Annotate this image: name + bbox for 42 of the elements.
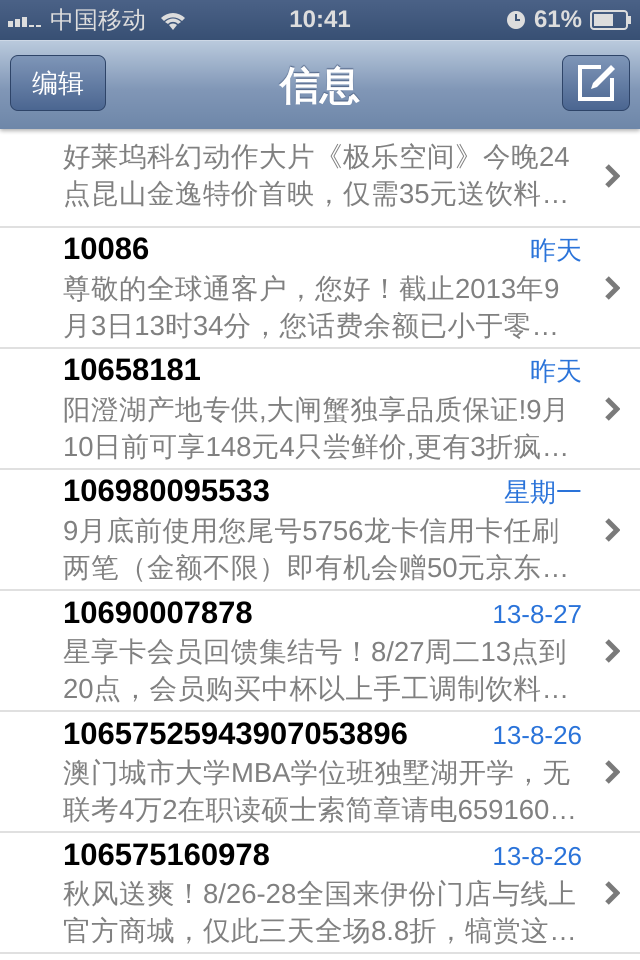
message-row[interactable]: 好莱坞科幻动作大片《极乐空间》今晚24 点昆山金逸特价首映，仅需35元送饮料…	[0, 129, 640, 228]
clock-time: 10:41	[288, 6, 352, 34]
message-date: 13-8-26	[492, 840, 582, 872]
sender-number: 106575160978	[63, 836, 270, 872]
message-preview: 尊敬的全球通客户，您好！截止2013年9 月3日13时34分，您话费余额已小于零…	[63, 272, 560, 343]
chevron-icon	[604, 638, 620, 664]
message-row[interactable]: 10086 昨天 尊敬的全球通客户，您好！截止2013年9 月3日13时34分，您话费余额已小于零…	[0, 228, 640, 349]
edit-button[interactable]: 编辑	[10, 55, 106, 111]
sender-number: 10690007878	[63, 594, 253, 630]
message-preview: 澳门城市大学MBA学位班独墅湖开学，无 联考4万2在职读硕士索简章请电659160…	[63, 756, 578, 826]
battery-percent: 61%	[534, 6, 582, 34]
message-date: 昨天	[530, 234, 582, 267]
message-preview: 9月底前使用您尾号5756龙卡信用卡任刷 两笔（金额不限）即有机会赠50元京东…	[63, 514, 570, 585]
carrier-name: 中国移动	[50, 6, 146, 36]
message-preview: 阳澄湖产地专供,大闸蟹独享品质保证!9月 10日前可享148元4只尝鲜价,更有3折疯…	[63, 393, 571, 464]
message-date: 昨天	[530, 355, 582, 388]
chevron-icon	[604, 516, 620, 542]
chevron-icon	[604, 396, 620, 422]
chevron-icon	[604, 162, 620, 188]
chevron-icon	[604, 274, 620, 300]
message-date: 星期一	[504, 476, 582, 509]
battery-icon	[590, 10, 632, 30]
message-row[interactable]: 106980095533 星期一 9月底前使用您尾号5756龙卡信用卡任刷 两笔（金额不限）即有机会赠50元京东…	[0, 470, 640, 591]
sender-number: 10657525943907053896	[63, 716, 408, 752]
screen-title: 信息	[280, 62, 360, 110]
message-preview: 秋风送爽！8/26-28全国来伊份门店与线上 官方商城，仅此三天全场8.8折，犒赏这…	[63, 876, 578, 948]
message-preview: 好莱坞科幻动作大片《极乐空间》今晚24 点昆山金逸特价首映，仅需35元送饮料…	[63, 140, 571, 211]
message-date: 13-8-27	[492, 598, 582, 630]
message-row[interactable]: 10658181 昨天 阳澄湖产地专供,大闸蟹独享品质保证!9月 10日前可享148元4只尝鲜价,更有3折疯…	[0, 349, 640, 470]
compose-button[interactable]	[562, 55, 630, 111]
alarm-clock-icon	[506, 10, 526, 30]
message-preview: 星享卡会员回馈集结号！8/27周二13点到 20点，会员购买中杯以上手工调制饮料…	[63, 634, 570, 706]
chevron-icon	[604, 758, 620, 784]
sender-number: 106980095533	[63, 473, 270, 509]
message-date: 13-8-26	[492, 720, 582, 750]
sender-number: 10086	[63, 231, 150, 267]
sender-number: 10658181	[63, 352, 201, 388]
message-row[interactable]: 10690007878 13-8-27 星享卡会员回馈集结号！8/27周二13点到 20点，会员购买中杯以上手工调制饮料…	[0, 591, 640, 712]
compose-icon	[575, 62, 617, 104]
message-row[interactable]: 10657525943907053896 13-8-26 澳门城市大学MBA学位班独墅湖开学，无 联考4万2在职读硕士索简章请电659160…	[0, 712, 640, 833]
message-row[interactable]: 106575160978 13-8-26 秋风送爽！8/26-28全国来伊份门店与线上 官方商城，仅此三天全场8.8折，犒赏这…	[0, 833, 640, 954]
chevron-icon	[604, 880, 620, 906]
